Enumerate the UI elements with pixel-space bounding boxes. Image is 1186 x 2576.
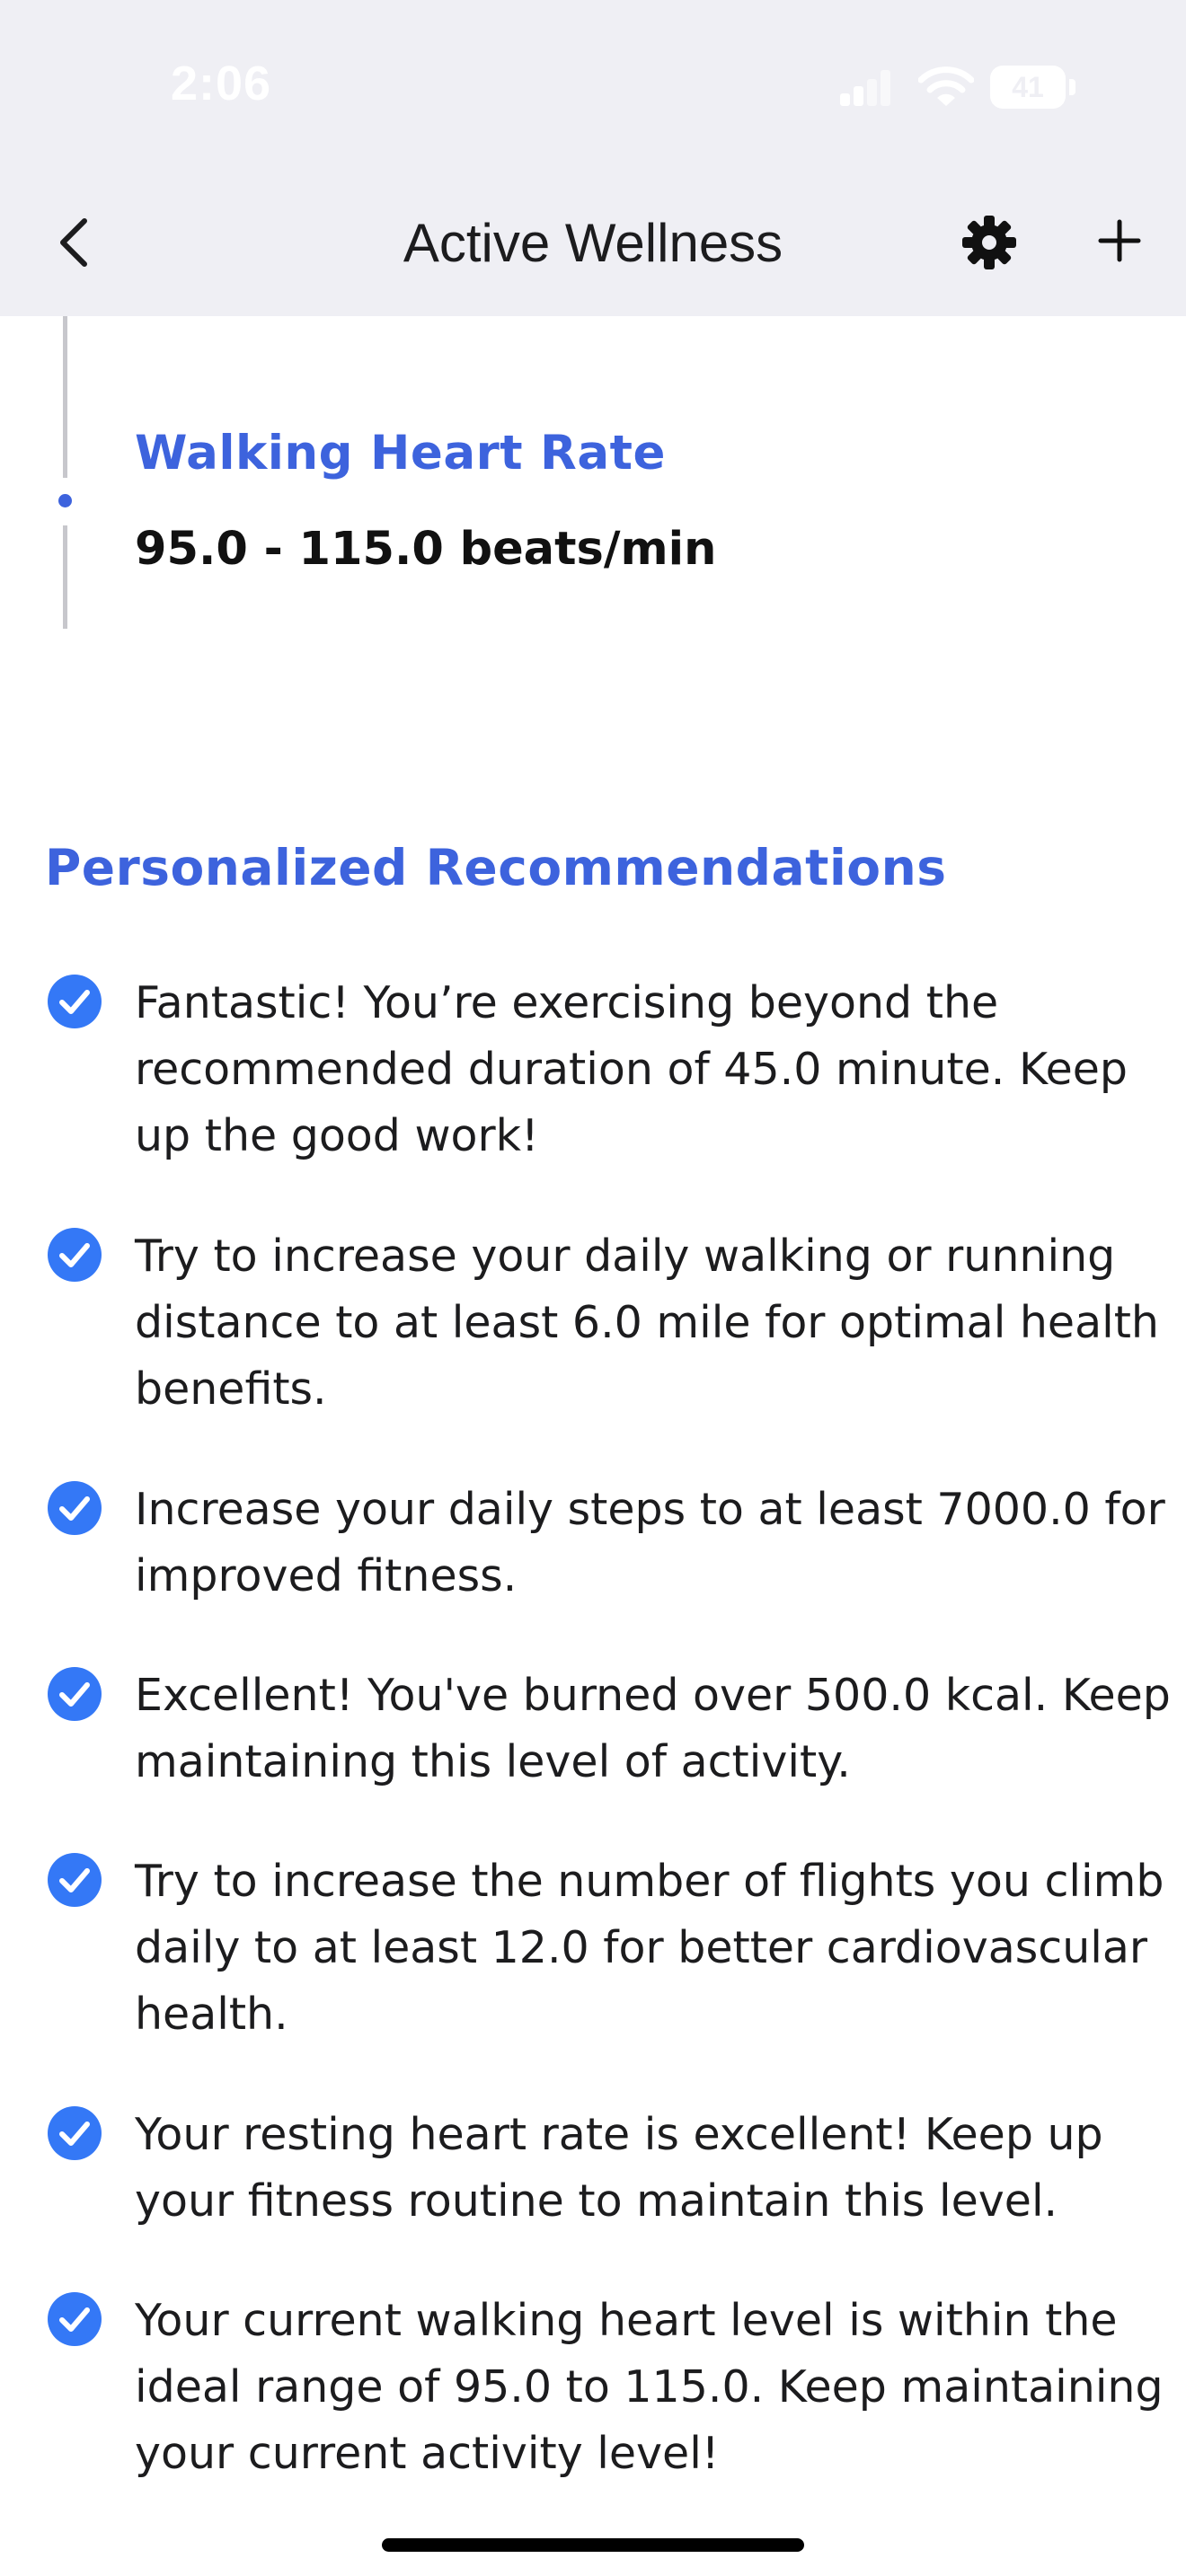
recommendations-title: Personalized Recommendations — [45, 839, 947, 896]
recommendation-text: Try to increase your daily walking or ru… — [135, 1231, 1159, 1415]
timeline-dot — [58, 494, 72, 507]
checkmark-circle-icon — [48, 2292, 102, 2346]
add-button[interactable] — [1098, 219, 1141, 262]
recommendation-text: Your resting heart rate is excellent! Ke… — [135, 2109, 1103, 2227]
metric-value: 95.0 - 115.0 beats/min — [135, 523, 717, 576]
battery-indicator: 41 — [990, 66, 1066, 109]
metric-title: Walking Heart Rate — [135, 426, 666, 481]
cellular-signal-icon — [840, 70, 892, 106]
checkmark-circle-icon — [48, 1481, 102, 1535]
recommendation-text: Fantastic! You’re exercising beyond the … — [135, 977, 1128, 1161]
recommendation-text: Increase your daily steps to at least 70… — [135, 1484, 1165, 1601]
gear-icon[interactable] — [961, 215, 1017, 270]
checkmark-circle-icon — [48, 975, 102, 1028]
recommendation-text: Excellent! You've burned over 500.0 kcal… — [135, 1670, 1171, 1787]
checkmark-circle-icon — [48, 1853, 102, 1907]
wifi-icon — [918, 66, 974, 106]
nav-header: 2:06 41 Active Wellness — [0, 0, 1186, 316]
screen: 2:06 41 Active Wellness Walking Heart Ra… — [0, 0, 1186, 2576]
checkmark-circle-icon — [48, 1228, 102, 1282]
timeline-line-top — [63, 316, 67, 478]
timeline-line-bottom — [63, 525, 67, 629]
checkmark-circle-icon — [48, 1667, 102, 1721]
checkmark-circle-icon — [48, 2106, 102, 2160]
home-indicator[interactable] — [382, 2538, 804, 2552]
battery-tip — [1069, 79, 1075, 95]
status-time: 2:06 — [171, 57, 272, 110]
recommendation-text: Your current walking heart level is with… — [135, 2295, 1164, 2479]
recommendation-text: Try to increase the number of flights yo… — [135, 1856, 1164, 2040]
